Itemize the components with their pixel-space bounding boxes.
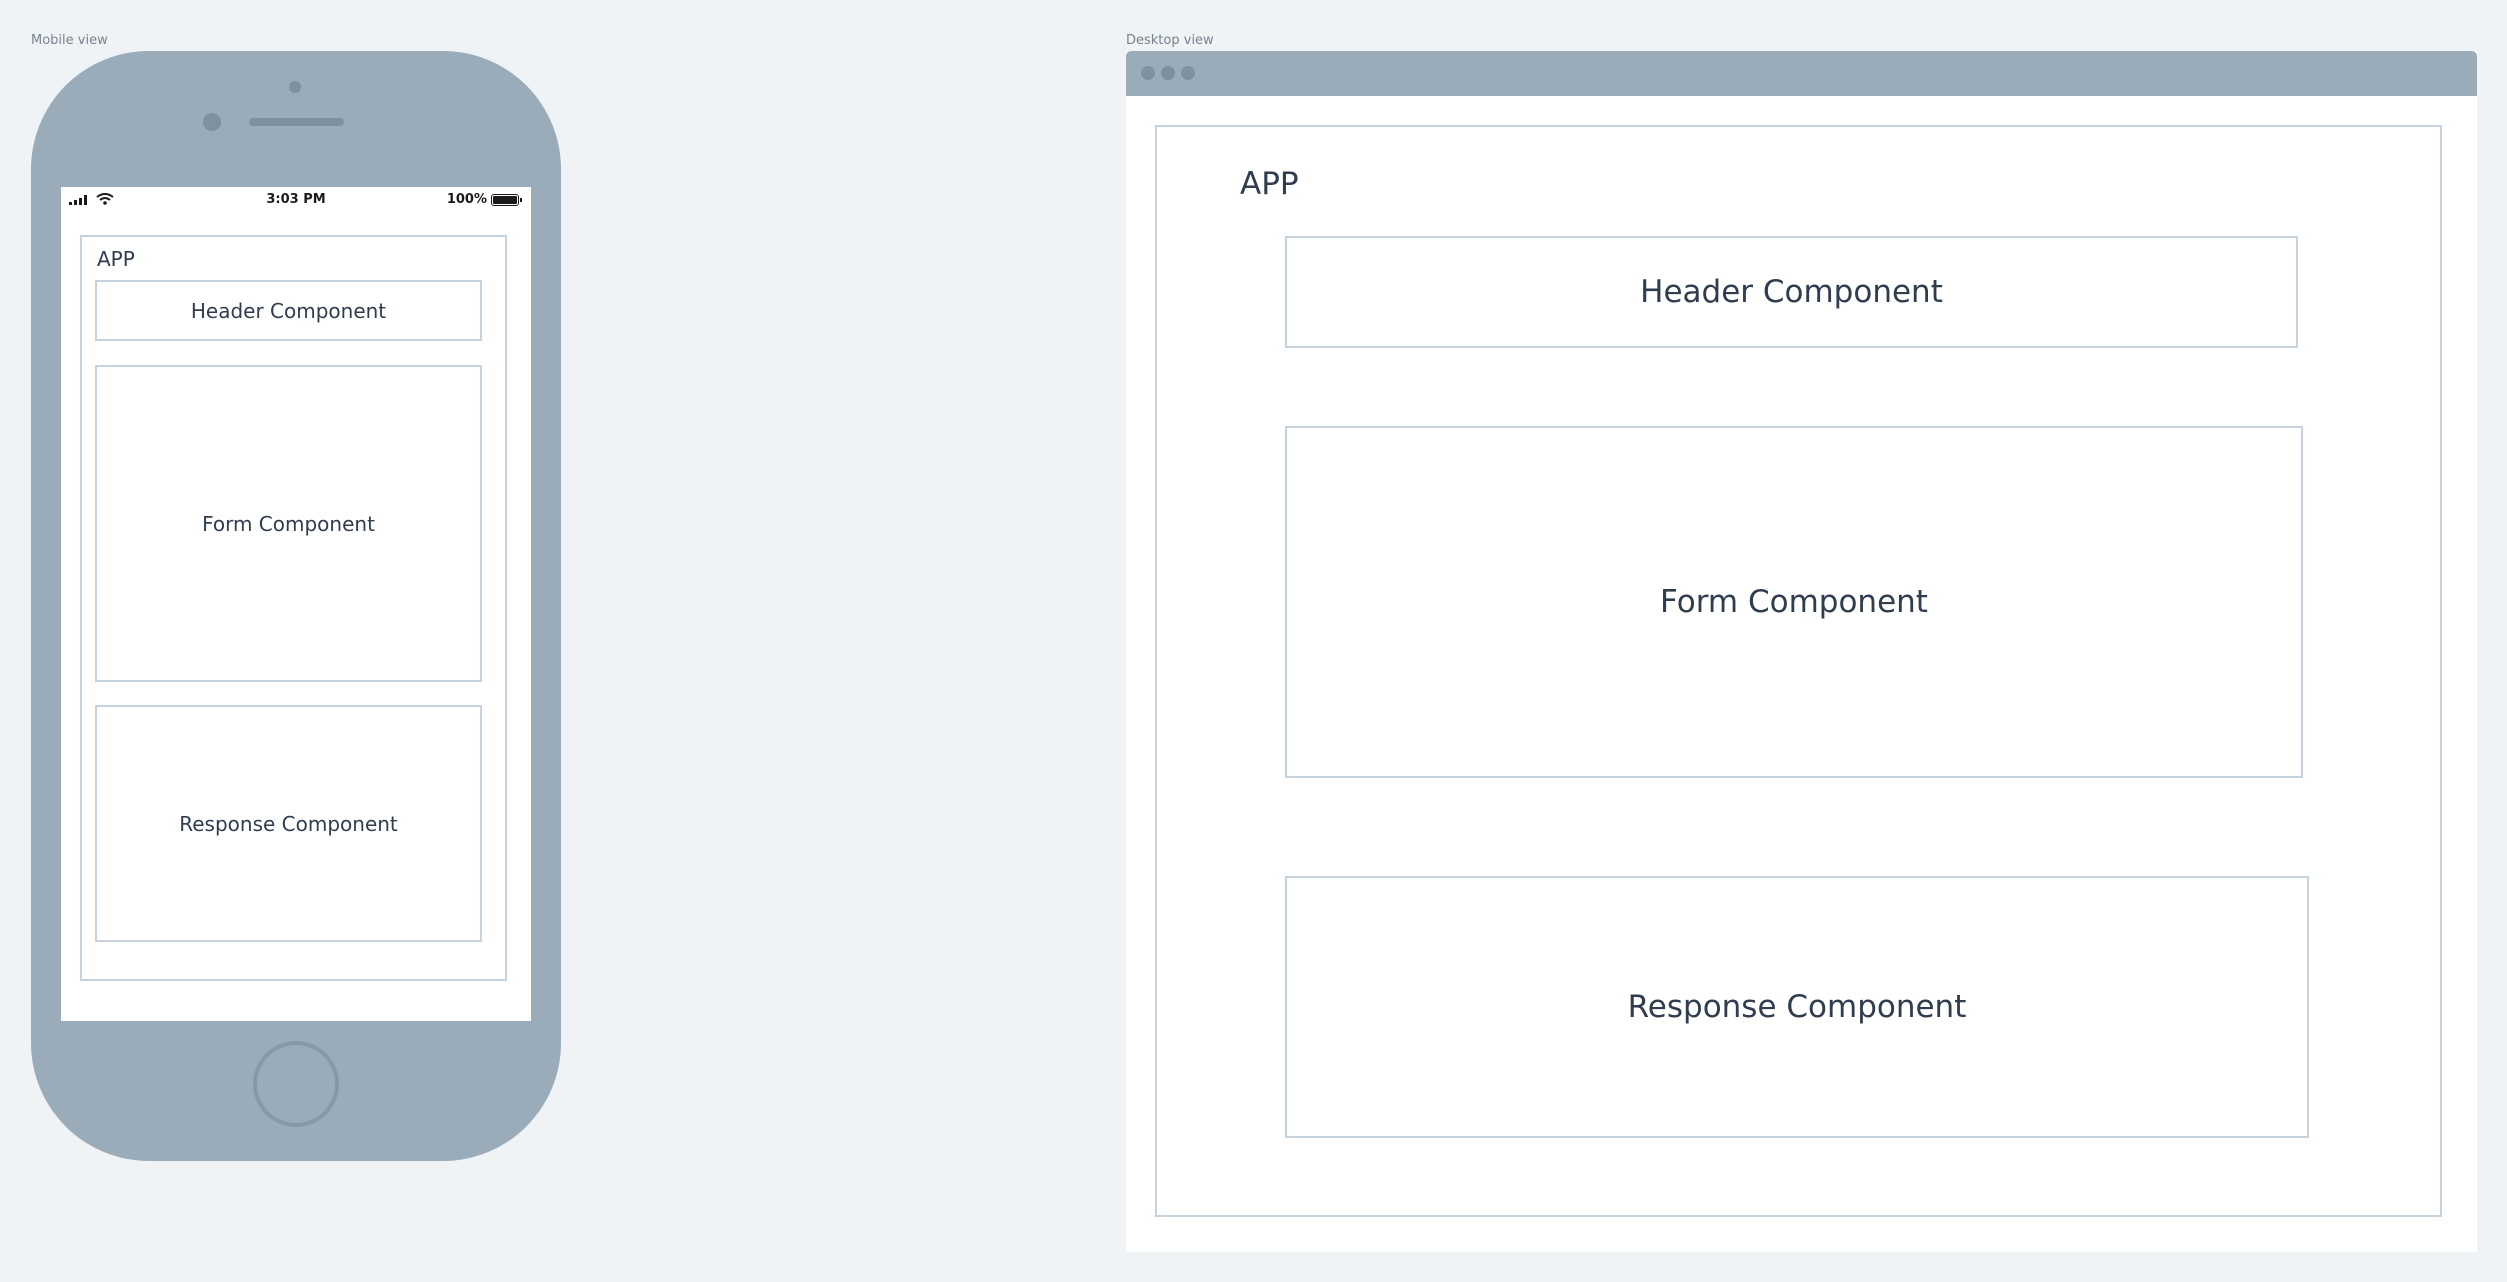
mobile-response-label: Response Component — [179, 811, 398, 836]
desktop-header-label: Header Component — [1640, 274, 1943, 310]
mobile-app-label: APP — [97, 247, 135, 271]
desktop-app-container: APP Header Component Form Component Resp… — [1155, 125, 2442, 1217]
window-dot-icon — [1161, 66, 1175, 80]
window-dot-icon — [1141, 66, 1155, 80]
desktop-header-component: Header Component — [1285, 236, 2298, 348]
mobile-form-component: Form Component — [95, 365, 482, 682]
mobile-header-component: Header Component — [95, 280, 482, 341]
mobile-form-label: Form Component — [202, 511, 375, 536]
desktop-app-label: APP — [1240, 166, 1299, 202]
mobile-response-component: Response Component — [95, 705, 482, 942]
desktop-form-label: Form Component — [1660, 584, 1928, 620]
desktop-response-label: Response Component — [1627, 989, 1967, 1025]
mobile-view-label: Mobile view — [31, 33, 108, 48]
desktop-form-component: Form Component — [1285, 426, 2303, 778]
mobile-header-label: Header Component — [190, 298, 387, 323]
phone-camera — [203, 113, 221, 131]
desktop-response-component: Response Component — [1285, 876, 2309, 1138]
phone-screen: 3:03 PM 100% APP Header Component Form C… — [61, 187, 531, 1021]
browser-window: APP Header Component Form Component Resp… — [1126, 51, 2477, 1252]
battery-percent: 100% — [446, 192, 487, 207]
battery-icon — [491, 194, 522, 206]
phone-mockup: 3:03 PM 100% APP Header Component Form C… — [31, 51, 561, 1161]
home-button — [253, 1041, 339, 1127]
status-bar: 3:03 PM 100% — [61, 187, 531, 211]
phone-sensor — [289, 81, 301, 93]
desktop-view-label: Desktop view — [1126, 33, 1214, 48]
mobile-app-container: APP Header Component Form Component Resp… — [80, 235, 507, 981]
window-dot-icon — [1181, 66, 1195, 80]
phone-speaker — [249, 118, 344, 126]
browser-titlebar — [1126, 51, 2477, 96]
